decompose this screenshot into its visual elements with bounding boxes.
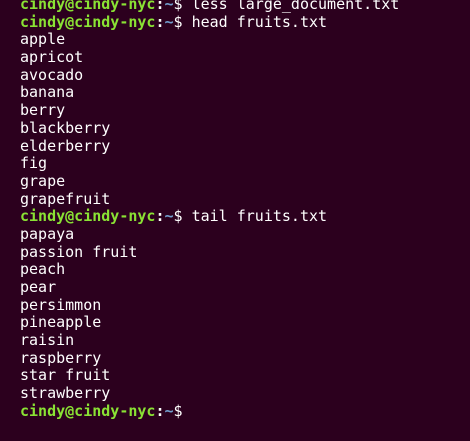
prompt-user-host: cindy@cindy-nyc	[20, 12, 156, 31]
output-line: apple	[20, 31, 470, 49]
output-text: passion fruit	[20, 242, 138, 261]
output-text: raisin	[20, 331, 75, 350]
output-text: star fruit	[20, 366, 111, 385]
prompt-dollar: $	[173, 207, 183, 226]
output-text: elderberry	[20, 136, 111, 155]
output-line: grape	[20, 171, 470, 191]
terminal-output: cindy@cindy-nyc:~$ less large_document.t…	[20, 0, 470, 421]
output-text: avocado	[20, 65, 84, 84]
output-line: banana	[20, 84, 470, 102]
command-line: cindy@cindy-nyc:~$	[20, 401, 470, 421]
command-line: cindy@cindy-nyc:~$ head fruits.txt	[20, 12, 470, 32]
output-text: apricot	[20, 48, 84, 67]
output-text: papaya	[20, 224, 75, 243]
output-line: passion fruit	[20, 242, 470, 262]
prompt-path: ~	[164, 401, 174, 420]
prompt-dollar: $	[173, 401, 183, 420]
output-text: berry	[20, 101, 66, 120]
output-line: strawberry	[20, 384, 470, 403]
output-text: blackberry	[20, 118, 111, 137]
output-text: grapefruit	[20, 189, 111, 208]
output-line: fig	[20, 154, 470, 173]
prompt-dollar: $	[173, 0, 183, 13]
command-text: head fruits.txt	[182, 12, 328, 31]
prompt-separator: :	[155, 12, 165, 31]
prompt-path: ~	[164, 207, 174, 226]
output-line: papaya	[20, 224, 470, 244]
terminal-window[interactable]: cindy@cindy-nyc:~$ less large_document.t…	[0, 0, 470, 441]
output-text: banana	[20, 83, 75, 102]
output-text: persimmon	[20, 295, 102, 314]
prompt-dollar: $	[173, 12, 183, 31]
prompt-user-host: cindy@cindy-nyc	[20, 207, 156, 226]
output-line: raisin	[20, 331, 470, 350]
prompt-user-host: cindy@cindy-nyc	[20, 401, 156, 420]
output-line: grapefruit	[20, 189, 470, 209]
prompt-path: ~	[164, 0, 174, 13]
prompt-separator: :	[155, 207, 165, 226]
output-text: peach	[20, 260, 66, 279]
prompt-user-host: cindy@cindy-nyc	[20, 0, 156, 13]
output-text: pear	[20, 278, 57, 296]
output-text: grape	[20, 171, 66, 190]
output-line: elderberry	[20, 136, 470, 156]
output-text: raspberry	[20, 348, 102, 367]
command-text: less large_document.txt	[182, 0, 400, 13]
prompt-separator: :	[155, 401, 165, 420]
output-line: berry	[20, 101, 470, 120]
output-text: apple	[20, 30, 66, 49]
output-line: apricot	[20, 48, 470, 67]
command-text: tail fruits.txt	[182, 207, 328, 226]
output-line: peach	[20, 260, 470, 279]
command-line: cindy@cindy-nyc:~$ tail fruits.txt	[20, 207, 470, 226]
output-line: pear	[20, 278, 470, 297]
output-line: star fruit	[20, 367, 470, 385]
prompt-path: ~	[164, 12, 174, 31]
prompt-separator: :	[155, 0, 165, 13]
output-line: pineapple	[20, 314, 470, 332]
output-text: pineapple	[20, 313, 102, 332]
command-line: cindy@cindy-nyc:~$ less large_document.t…	[20, 0, 470, 14]
output-line: raspberry	[20, 348, 470, 368]
output-line: avocado	[20, 65, 470, 85]
output-text: fig	[20, 154, 48, 173]
output-text: strawberry	[20, 384, 111, 403]
output-line: persimmon	[20, 295, 470, 315]
output-line: blackberry	[20, 118, 470, 138]
